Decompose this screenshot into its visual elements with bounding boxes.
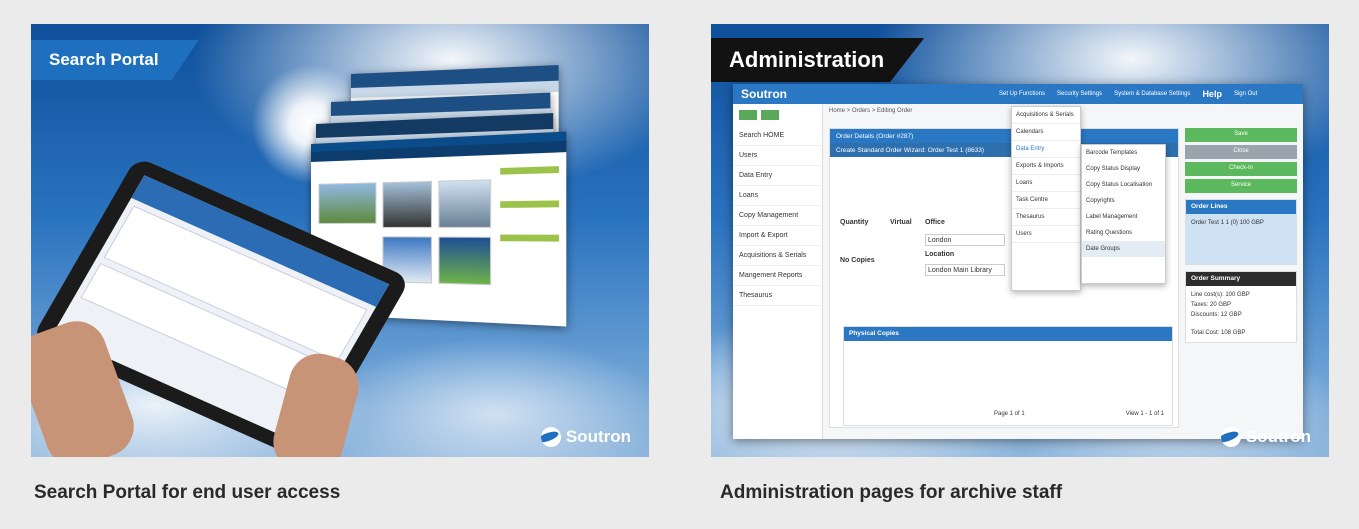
soutron-logo: Soutron [1220, 427, 1311, 447]
logo-text: Soutron [1245, 427, 1311, 446]
soutron-logo-icon [540, 427, 561, 447]
search-icon[interactable] [739, 110, 757, 120]
panel-banner: Administration [711, 38, 925, 82]
sidebar-item[interactable]: Mangement Reports [733, 266, 822, 286]
sidebar-item[interactable]: Import & Export [733, 226, 822, 246]
virtual-label: Virtual [890, 219, 912, 226]
breadcrumb: Home > Orders > Editing Order [829, 108, 913, 114]
panel-caption: Search Portal for end user access [34, 482, 341, 503]
check-in-button[interactable]: Check-in [1185, 162, 1297, 176]
panel-caption: Administration pages for archive staff [720, 482, 1063, 503]
admin-screenshot: Soutron Set Up Functions Security Settin… [733, 84, 1303, 439]
no-copies-label: No Copies [840, 257, 875, 264]
panel-banner: Search Portal [31, 40, 199, 80]
order-summary-title: Order Summary [1186, 272, 1296, 286]
summary-total: Total Cost: 108 GBP [1191, 330, 1246, 336]
service-button[interactable]: Service [1185, 179, 1297, 193]
data-entry-submenu: Barcode Templates Copy Status Display Co… [1081, 144, 1166, 284]
order-line-row[interactable]: Order Test 1 1 (0) 100 GBP [1186, 214, 1296, 264]
close-button[interactable]: Close [1185, 145, 1297, 159]
pin-icon[interactable] [761, 110, 779, 120]
save-button[interactable]: Save [1185, 128, 1297, 142]
order-lines-panel: Order Lines Order Test 1 1 (0) 100 GBP [1185, 199, 1297, 265]
dropdown-item[interactable]: Acquisitions & Serials [1012, 107, 1080, 124]
menu-item[interactable]: Help [1196, 89, 1228, 99]
admin-sidebar: Search HOME Users Data Entry Loans Copy … [733, 104, 823, 439]
sidebar-item[interactable]: Loans [733, 186, 822, 206]
view-count: View 1 - 1 of 1 [1125, 411, 1164, 417]
right-panel: Save Close Check-in Service Order Lines … [1185, 128, 1297, 343]
sidebar-item[interactable]: Thesaurus [733, 286, 822, 306]
soutron-logo-icon [1220, 427, 1241, 447]
admin-topbar: Soutron Set Up Functions Security Settin… [733, 84, 1303, 104]
menu-item[interactable]: Sign Out [1228, 91, 1263, 97]
location-label: Location [925, 251, 955, 258]
physical-copies-title: Physical Copies [844, 327, 1172, 341]
order-summary-panel: Order Summary Line cost(s): 100 GBP Taxe… [1185, 271, 1297, 343]
quantity-label: Quantity [840, 219, 869, 226]
menu-item[interactable]: System & Database Settings [1108, 91, 1196, 97]
dropdown-item[interactable]: Thesaurus [1012, 209, 1080, 226]
submenu-item[interactable]: Label Management [1082, 209, 1165, 225]
dropdown-item[interactable]: Users [1012, 226, 1080, 243]
order-lines-title: Order Lines [1186, 200, 1296, 214]
office-select[interactable]: London [925, 234, 1005, 246]
dropdown-item[interactable]: Exports & Imports [1012, 158, 1080, 175]
soutron-logo: Soutron [540, 427, 631, 447]
submenu-item[interactable]: Copyrights [1082, 193, 1165, 209]
menu-item[interactable]: Security Settings [1051, 91, 1108, 97]
logo-text: Soutron [565, 427, 631, 446]
sidebar-item[interactable]: Users [733, 146, 822, 166]
location-select[interactable]: London Main Library [925, 264, 1005, 276]
dropdown-item[interactable]: Loans [1012, 175, 1080, 192]
sidebar-item[interactable]: Search HOME [733, 126, 822, 146]
summary-line: Line cost(s): 100 GBP [1191, 292, 1250, 298]
admin-brand: Soutron [741, 87, 787, 101]
menu-item[interactable]: Set Up Functions [993, 91, 1051, 97]
summary-line: Discounts: 12 GBP [1191, 312, 1242, 318]
submenu-item[interactable]: Copy Status Display [1082, 161, 1165, 177]
dropdown-item[interactable]: Calendars [1012, 124, 1080, 141]
administration-card: Administration Soutron Set Up Functions … [711, 24, 1329, 457]
search-portal-card: Search Portal Soutron [31, 24, 649, 457]
submenu-item[interactable]: Barcode Templates [1082, 145, 1165, 161]
physical-copies-panel: Physical Copies Page 1 of 1 View 1 - 1 o… [843, 326, 1173, 426]
submenu-item[interactable]: Rating Questions [1082, 225, 1165, 241]
office-label: Office [925, 219, 945, 226]
sidebar-item[interactable]: Acquisitions & Serials [733, 246, 822, 266]
summary-line: Taxes: 20 GBP [1191, 302, 1232, 308]
setup-dropdown: Acquisitions & Serials Calendars Data En… [1011, 106, 1081, 291]
sidebar-item[interactable]: Copy Management [733, 206, 822, 226]
dropdown-item[interactable]: Data Entry [1012, 141, 1080, 158]
dropdown-item[interactable]: Task Centre [1012, 192, 1080, 209]
submenu-item[interactable]: Copy Status Localisation [1082, 177, 1165, 193]
sidebar-item[interactable]: Data Entry [733, 166, 822, 186]
pager[interactable]: Page 1 of 1 [994, 411, 1025, 417]
order-details-bar: Order Details (Order #287) [830, 129, 1178, 143]
submenu-item[interactable]: Date Groups [1082, 241, 1165, 257]
